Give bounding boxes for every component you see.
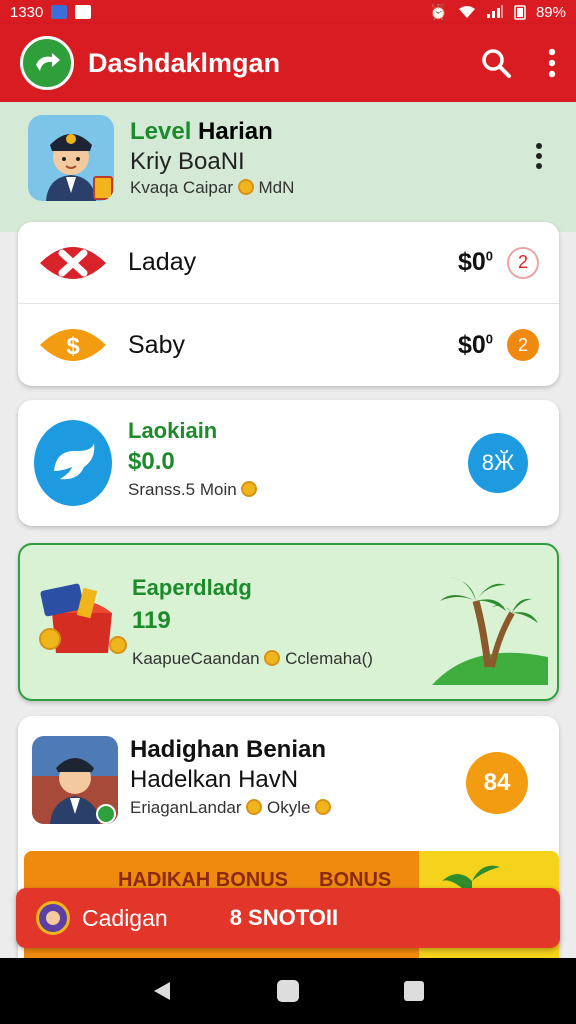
coin-icon [315, 799, 332, 815]
avatar [32, 736, 118, 824]
summary-amount: $00 [457, 330, 493, 359]
summary-amount: $00 [457, 248, 493, 276]
battery-level: 89% [535, 3, 566, 21]
app-logo[interactable] [20, 36, 74, 90]
wifi-icon [458, 6, 475, 18]
card-title: Laokiain [128, 418, 218, 443]
treasure-chest-icon [32, 569, 132, 674]
header-subtitle: Kriy BoaNI [130, 148, 245, 175]
summary-label: Saby [128, 330, 185, 359]
user-badge-icon [36, 901, 70, 935]
home-icon[interactable] [276, 980, 299, 1002]
header-title-green: Level [130, 118, 192, 145]
signal-icon [486, 5, 503, 18]
count-badge: 2 [507, 246, 539, 279]
system-nav-bar [0, 958, 576, 1024]
money-exchange-icon: $ [38, 320, 108, 370]
card-subtitle: Hadelkan HavN [130, 766, 299, 793]
status-time: 1330 [10, 3, 44, 21]
card-value: 119 [132, 607, 171, 634]
header-title: Level Harian [130, 118, 273, 146]
bottom-action-bar[interactable]: Cadigan 8 SNOTOII [16, 888, 560, 948]
header-meta-left: Kvaqa Caipar [130, 178, 234, 197]
app-notification-icon [75, 5, 92, 19]
score-badge[interactable]: 84 [466, 752, 528, 814]
card-action-button[interactable]: 8Ӂ [468, 433, 528, 493]
card-meta: KaapueCaandan Cclemaha() [132, 649, 373, 668]
svg-text:$: $ [66, 333, 80, 360]
bird-icon [34, 420, 112, 506]
more-vert-icon[interactable] [548, 48, 556, 78]
app-bar: Dashdaklmgan [0, 24, 576, 102]
card-value: $0.0 [128, 448, 175, 475]
header-meta: Kvaqa Caipar MdN [130, 178, 294, 198]
bottom-bar-action[interactable]: 8 SNOTOII [230, 905, 338, 931]
card-meta: Sranss.5 Moin [128, 480, 258, 500]
back-icon[interactable] [152, 980, 172, 1002]
summary-label: Laday [128, 248, 197, 276]
summary-row[interactable]: Laday $00 2 [18, 222, 559, 304]
back-arrow-icon [36, 53, 60, 71]
profile-header: Level Harian Kriy BoaNI Kvaqa Caipar MdN [0, 102, 576, 232]
header-meta-right: MdN [258, 178, 295, 197]
count-badge: 2 [507, 329, 539, 361]
app-title: Dashdaklmgan [88, 47, 281, 78]
bottom-bar-label: Cadigan [82, 904, 168, 931]
search-icon[interactable] [480, 47, 512, 79]
summary-row[interactable]: $ Saby $00 2 [18, 304, 559, 386]
cancel-icon [38, 238, 108, 288]
more-vert-icon[interactable] [535, 142, 543, 170]
recents-icon[interactable] [403, 981, 424, 1001]
summary-card: Laday $00 2 $ Saby $00 2 [18, 222, 559, 386]
coin-icon [241, 481, 258, 497]
card-title: Hadighan Benian [130, 736, 327, 763]
coin-icon [264, 650, 281, 666]
palm-island-icon [432, 571, 548, 694]
card-meta: EriaganLandar Okyle [130, 798, 332, 818]
promo-card[interactable]: Eaperdladg 119 KaapueCaandan Cclemaha() [18, 543, 559, 701]
header-title-rest: Harian [191, 118, 273, 145]
balance-card[interactable]: Laokiain $0.0 Sranss.5 Moin 8Ӂ [18, 400, 559, 526]
battery-icon [514, 5, 526, 20]
coin-icon [237, 179, 254, 195]
avatar [28, 115, 114, 201]
coin-icon [246, 799, 263, 815]
app-notification-icon [51, 5, 68, 19]
card-title: Eaperdladg [132, 575, 252, 600]
alarm-icon: ⏰ [429, 4, 448, 21]
status-bar: 1330 ⏰ 89% [0, 0, 576, 24]
